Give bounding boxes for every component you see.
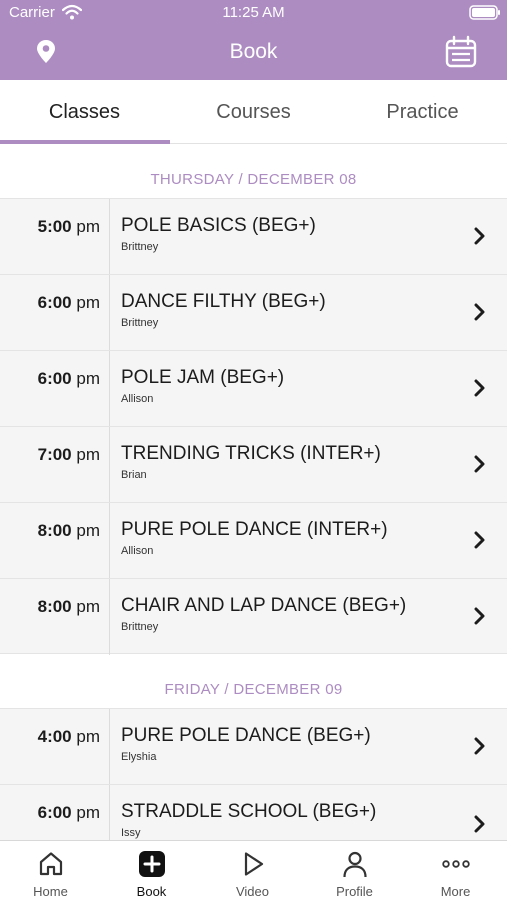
class-time: 6:00 pm	[37, 293, 100, 312]
class-time: 5:00 pm	[37, 217, 100, 236]
class-name: PURE POLE DANCE (INTER+)	[121, 519, 388, 540]
chevron-right-icon	[474, 607, 485, 625]
class-row[interactable]: 8:00 pm CHAIR AND LAP DANCE (BEG+) Britt…	[0, 578, 507, 655]
tab-classes[interactable]: Classes	[0, 80, 169, 144]
row-divider	[109, 275, 110, 351]
class-name: POLE BASICS (BEG+)	[121, 215, 316, 236]
class-time: 4:00 pm	[37, 727, 100, 746]
class-time: 8:00 pm	[37, 521, 100, 540]
class-name: CHAIR AND LAP DANCE (BEG+)	[121, 595, 407, 616]
class-time: 6:00 pm	[37, 369, 100, 388]
class-row[interactable]: 5:00 pm POLE BASICS (BEG+) Brittney	[0, 198, 507, 275]
class-name: POLE JAM (BEG+)	[121, 367, 285, 388]
tabbar-profile[interactable]: Profile	[304, 841, 405, 900]
class-instructor: Elyshia	[121, 751, 157, 763]
chevron-right-icon	[474, 815, 485, 833]
class-row[interactable]: 6:00 pm STRADDLE SCHOOL (BEG+) Issy	[0, 784, 507, 840]
class-instructor: Brittney	[121, 317, 159, 329]
nav-bar: Book	[0, 26, 507, 80]
class-row[interactable]: 8:00 pm PURE POLE DANCE (INTER+) Allison	[0, 502, 507, 579]
battery-icon	[469, 5, 500, 20]
row-divider	[109, 427, 110, 503]
tabbar-home-label: Home	[33, 884, 68, 899]
chevron-right-icon	[474, 455, 485, 473]
class-time: 6:00 pm	[37, 803, 100, 822]
class-schedule-list[interactable]: THURSDAY / DECEMBER 08 5:00 pm POLE BASI…	[0, 144, 507, 840]
play-icon	[244, 852, 264, 876]
tabbar-more[interactable]: More	[405, 841, 506, 900]
date-header: FRIDAY / DECEMBER 09	[0, 654, 507, 708]
row-divider	[109, 351, 110, 427]
row-divider	[109, 579, 110, 655]
book-plus-icon	[139, 851, 165, 877]
class-instructor: Brittney	[121, 241, 159, 253]
class-name: STRADDLE SCHOOL (BEG+)	[121, 801, 377, 822]
class-instructor: Brian	[121, 469, 147, 481]
class-name: DANCE FILTHY (BEG+)	[121, 291, 326, 312]
tabbar-profile-label: Profile	[336, 884, 373, 899]
chevron-right-icon	[474, 227, 485, 245]
class-name: TRENDING TRICKS (INTER+)	[121, 443, 381, 464]
class-time: 7:00 pm	[37, 445, 100, 464]
app-header: Carrier 11:25 AM Book	[0, 0, 507, 80]
calendar-icon[interactable]	[444, 35, 478, 69]
tabbar-video[interactable]: Video	[202, 841, 303, 900]
class-instructor: Allison	[121, 393, 154, 405]
chevron-right-icon	[474, 303, 485, 321]
tabbar-more-label: More	[440, 884, 471, 899]
row-divider	[109, 709, 110, 785]
page-title: Book	[229, 40, 278, 63]
person-icon	[343, 851, 367, 878]
bottom-tab-bar: Home Book Video Profile More	[0, 840, 507, 900]
status-bar: Carrier 11:25 AM	[0, 0, 507, 26]
class-instructor: Issy	[121, 827, 141, 839]
tab-practice[interactable]: Practice	[338, 80, 507, 144]
row-divider	[109, 503, 110, 579]
class-time: 8:00 pm	[37, 597, 100, 616]
tab-courses[interactable]: Courses	[169, 80, 338, 144]
date-header: THURSDAY / DECEMBER 08	[0, 144, 507, 198]
class-row[interactable]: 6:00 pm POLE JAM (BEG+) Allison	[0, 350, 507, 427]
chevron-right-icon	[474, 379, 485, 397]
class-row[interactable]: 7:00 pm TRENDING TRICKS (INTER+) Brian	[0, 426, 507, 503]
segment-tabs: Classes Courses Practice	[0, 80, 507, 144]
tabbar-book-label: Book	[136, 884, 167, 899]
row-divider	[109, 785, 110, 840]
home-icon	[39, 852, 63, 876]
tabbar-book[interactable]: Book	[101, 841, 202, 900]
tabbar-home[interactable]: Home	[0, 841, 101, 900]
clock: 11:25 AM	[222, 4, 285, 21]
more-dots-icon	[442, 860, 470, 868]
class-row[interactable]: 4:00 pm PURE POLE DANCE (BEG+) Elyshia	[0, 708, 507, 785]
class-row[interactable]: 6:00 pm DANCE FILTHY (BEG+) Brittney	[0, 274, 507, 351]
class-instructor: Allison	[121, 545, 154, 557]
class-name: PURE POLE DANCE (BEG+)	[121, 725, 371, 746]
chevron-right-icon	[474, 531, 485, 549]
row-divider	[109, 199, 110, 275]
tabbar-video-label: Video	[235, 884, 269, 899]
class-instructor: Brittney	[121, 621, 159, 633]
chevron-right-icon	[474, 737, 485, 755]
